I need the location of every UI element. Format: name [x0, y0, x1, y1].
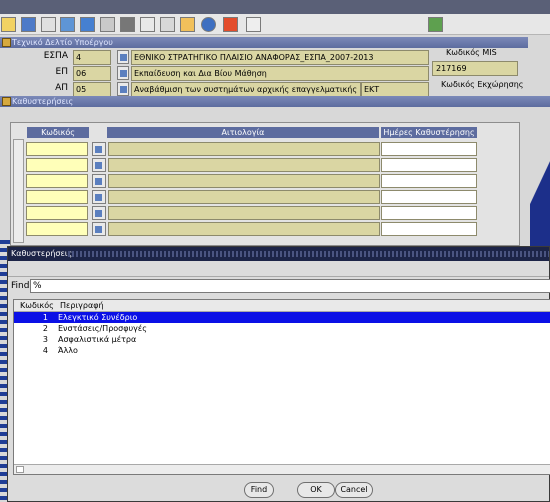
background-graphic: [530, 130, 550, 250]
lov-list-header: Κωδικός Περιγραφή: [14, 300, 550, 312]
delay-reason-cell[interactable]: [108, 222, 380, 236]
lov-list: Κωδικός Περιγραφή 1 Ελεγκτικό Συνέδριο 2 Εν…: [13, 299, 550, 475]
lov-dialog: Καθυστερήσεις Find % Κωδικός Περιγραφή 1…: [7, 246, 550, 502]
lov-title-bar: Καθυστερήσεις: [8, 247, 549, 261]
up-arrow-icon[interactable]: [60, 17, 75, 32]
delay-lov-button[interactable]: [92, 174, 106, 188]
lov-item-code: 3: [42, 335, 48, 344]
lov-col-code: Κωδικός: [20, 301, 54, 310]
lov-separator: [8, 261, 549, 277]
edit-icon[interactable]: [140, 17, 155, 32]
window-title-bar: Τεχνικό Δελτίο Υποέργου: [0, 37, 528, 48]
find-input[interactable]: %: [30, 279, 550, 293]
delay-days-cell[interactable]: [381, 158, 477, 172]
paste-icon[interactable]: [180, 17, 195, 32]
lov-item-code: 2: [42, 324, 48, 333]
delay-days-cell[interactable]: [381, 206, 477, 220]
delay-days-cell[interactable]: [381, 142, 477, 156]
title-pattern: [68, 251, 549, 257]
delay-lov-button[interactable]: [92, 206, 106, 220]
cancel-button[interactable]: Cancel: [335, 482, 373, 498]
delay-code-cell[interactable]: [26, 142, 88, 156]
cancel-button-label: Cancel: [340, 485, 368, 494]
lov-col-desc: Περιγραφή: [60, 301, 104, 310]
ok-button[interactable]: OK: [297, 482, 335, 498]
lov-item-code: 1: [42, 313, 48, 322]
navigate-icon[interactable]: [428, 17, 443, 32]
print-icon[interactable]: [100, 17, 115, 32]
ap-label: ΑΠ: [55, 83, 68, 93]
lov-item-desc: Άλλο: [58, 346, 78, 355]
col-days-header: Ημέρες Καθυστέρησης: [381, 127, 477, 138]
mis-label: Κωδικός MIS: [446, 48, 497, 57]
espa-label: ΕΣΠΑ: [43, 51, 68, 61]
espa-lov-button[interactable]: [117, 50, 129, 64]
espa-description[interactable]: ΕΘΝΙΚΟ ΣΤΡΑΤΗΓΙΚΟ ΠΛΑΙΣΙΟ ΑΝΑΦΟΡΑΣ_ΕΣΠΑ_…: [131, 50, 429, 65]
exit-icon[interactable]: [223, 17, 238, 32]
delay-lov-button[interactable]: [92, 222, 106, 236]
delays-title-bar: Καθυστερήσεις: [0, 96, 550, 107]
delay-code-cell[interactable]: [26, 158, 88, 172]
ap-description[interactable]: Αναβάθμιση των συστημάτων αρχικής επαγγε…: [131, 82, 361, 97]
delay-lov-button[interactable]: [92, 158, 106, 172]
lov-list-item[interactable]: 2 Ενστάσεις/Προσφυγές: [14, 323, 550, 334]
delays-title: Καθυστερήσεις: [12, 97, 74, 106]
window-title: Τεχνικό Δελτίο Υποέργου: [12, 38, 113, 47]
kod-label: Κωδικός Εκχώρησης: [441, 80, 524, 89]
document-icon[interactable]: [246, 17, 261, 32]
delay-reason-cell[interactable]: [108, 142, 380, 156]
open-icon[interactable]: [120, 17, 135, 32]
col-reason-header: Αιτιολογία: [107, 127, 379, 138]
vertical-scrollbar[interactable]: [13, 139, 24, 243]
lov-item-desc: Ενστάσεις/Προσφυγές: [58, 324, 147, 333]
lov-list-item[interactable]: 1 Ελεγκτικό Συνέδριο: [14, 312, 550, 323]
delay-code-cell[interactable]: [26, 222, 88, 236]
delay-reason-cell[interactable]: [108, 158, 380, 172]
lov-list-item[interactable]: 4 Άλλο: [14, 345, 550, 356]
find-label: Find: [11, 281, 30, 291]
ep-lov-button[interactable]: [117, 66, 129, 80]
copy-icon[interactable]: [160, 17, 175, 32]
grid-icon[interactable]: [21, 17, 36, 32]
horizontal-scrollbar[interactable]: [14, 464, 550, 474]
lov-item-code: 4: [42, 346, 48, 355]
delay-reason-cell[interactable]: [108, 190, 380, 204]
delay-code-cell[interactable]: [26, 190, 88, 204]
delay-lov-button[interactable]: [92, 190, 106, 204]
window-system-icon: [2, 97, 11, 106]
lov-title: Καθυστερήσεις: [11, 249, 73, 258]
col-code-header: Κωδικός: [27, 127, 89, 138]
ap-fund[interactable]: ΕΚΤ: [361, 82, 429, 97]
ok-button-label: OK: [310, 485, 322, 494]
save-icon[interactable]: [1, 17, 16, 32]
find-button-label: Find: [250, 485, 268, 494]
ap-lov-button[interactable]: [117, 82, 129, 96]
delay-code-cell[interactable]: [26, 174, 88, 188]
lov-item-desc: Ελεγκτικό Συνέδριο: [58, 313, 138, 322]
delay-days-cell[interactable]: [381, 174, 477, 188]
delay-reason-cell[interactable]: [108, 206, 380, 220]
help-icon[interactable]: [201, 17, 216, 32]
window-system-icon: [2, 38, 11, 47]
app-top-bar: [0, 0, 550, 14]
espa-code[interactable]: 4: [73, 50, 111, 65]
scroll-left-arrow[interactable]: [16, 466, 24, 473]
lov-rows: 1 Ελεγκτικό Συνέδριο 2 Ενστάσεις/Προσφυγές 3…: [14, 312, 550, 356]
mis-value[interactable]: 217169: [432, 61, 518, 76]
delay-lov-button[interactable]: [92, 142, 106, 156]
find-button[interactable]: Find: [244, 482, 274, 498]
delay-days-cell[interactable]: [381, 190, 477, 204]
ep-description[interactable]: Εκπαίδευση και Δια Βίου Μάθηση: [131, 66, 429, 81]
lov-list-item[interactable]: 3 Ασφαλιστικά μέτρα: [14, 334, 550, 345]
main-toolbar: [0, 14, 550, 35]
grid-icon[interactable]: [41, 17, 56, 32]
delay-reason-cell[interactable]: [108, 174, 380, 188]
ep-label: ΕΠ: [55, 67, 68, 77]
delay-code-cell[interactable]: [26, 206, 88, 220]
ep-code[interactable]: 06: [73, 66, 111, 81]
delay-days-cell[interactable]: [381, 222, 477, 236]
lov-item-desc: Ασφαλιστικά μέτρα: [58, 335, 137, 344]
down-arrow-icon[interactable]: [80, 17, 95, 32]
ap-code[interactable]: 05: [73, 82, 111, 97]
